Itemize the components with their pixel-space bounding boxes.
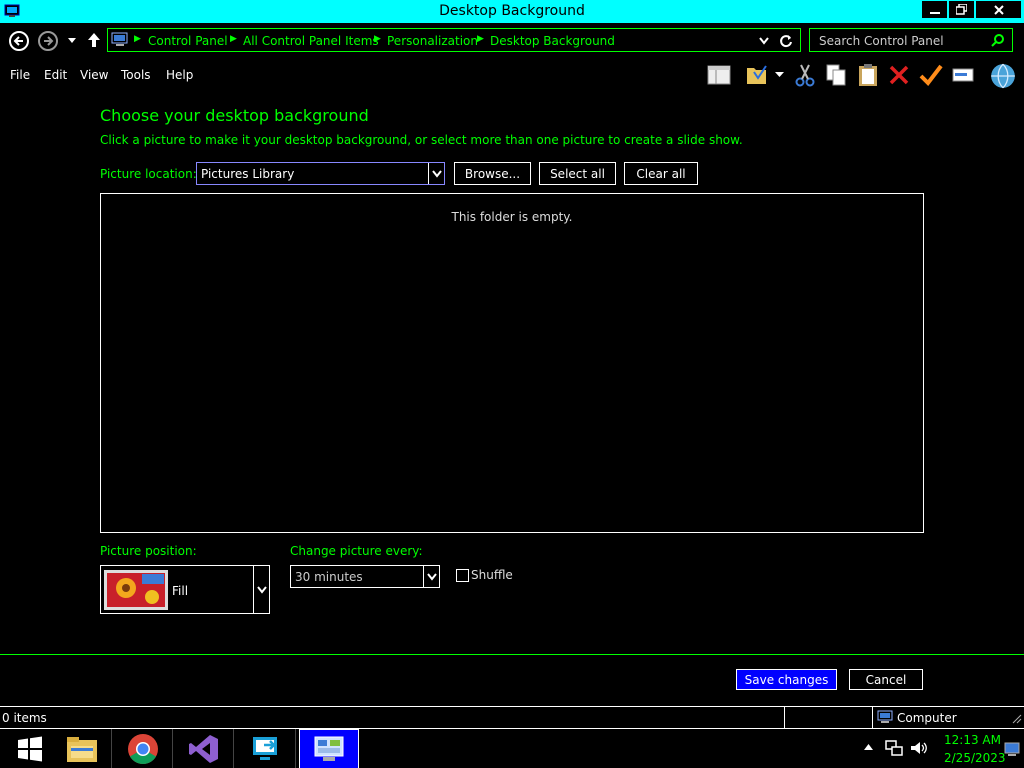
change-picture-label: Change picture every: xyxy=(290,544,423,558)
close-icon xyxy=(993,4,1004,15)
taskbar-file-explorer[interactable] xyxy=(52,729,112,768)
picture-list[interactable]: This folder is empty. xyxy=(100,193,924,533)
restore-button[interactable] xyxy=(948,0,975,19)
change-picture-select[interactable]: 30 minutes xyxy=(290,565,440,588)
control-panel-icon xyxy=(314,736,344,761)
up-arrow-icon[interactable] xyxy=(87,32,101,48)
picture-position-dropdown[interactable] xyxy=(253,566,269,613)
clock-date[interactable]: 2/25/2023 xyxy=(944,751,1006,765)
menu-file[interactable]: File xyxy=(10,68,30,82)
windows-start-icon xyxy=(18,736,42,762)
taskbar: 12:13 AM 2/25/2023 xyxy=(0,728,1024,768)
chevron-down-icon xyxy=(256,585,267,594)
computer-icon xyxy=(877,710,893,723)
breadcrumb-all-items[interactable]: All Control Panel Items xyxy=(243,34,379,48)
breadcrumb-separator-icon: ▶ xyxy=(134,34,141,44)
page-title: Choose your desktop background xyxy=(100,106,369,125)
menu-edit[interactable]: Edit xyxy=(44,68,67,82)
remote-app-icon xyxy=(252,737,277,760)
properties-icon[interactable] xyxy=(918,62,944,88)
picture-location-label: Picture location: xyxy=(100,167,197,181)
globe-icon[interactable] xyxy=(989,62,1017,90)
visual-studio-icon xyxy=(188,735,218,763)
chrome-icon xyxy=(127,734,158,765)
menu-help[interactable]: Help xyxy=(166,68,193,82)
refresh-icon[interactable] xyxy=(779,34,793,48)
status-location: Computer xyxy=(897,711,957,725)
copy-icon[interactable] xyxy=(823,62,849,88)
search-icon[interactable] xyxy=(991,34,1004,47)
cancel-button[interactable]: Cancel xyxy=(849,669,923,690)
taskbar-control-panel[interactable] xyxy=(299,729,359,768)
window-title: Desktop Background xyxy=(439,3,585,19)
search-placeholder: Search Control Panel xyxy=(819,34,944,48)
show-hidden-icons-icon[interactable] xyxy=(864,744,873,750)
empty-folder-message: This folder is empty. xyxy=(451,210,573,224)
picture-location-dropdown[interactable] xyxy=(428,163,444,184)
menu-view[interactable]: View xyxy=(80,68,108,82)
status-divider xyxy=(784,707,785,729)
taskbar-visual-studio[interactable] xyxy=(174,729,234,768)
search-input[interactable]: Search Control Panel xyxy=(809,28,1013,52)
change-picture-value: 30 minutes xyxy=(295,570,363,584)
cut-icon[interactable] xyxy=(792,62,818,88)
status-divider xyxy=(872,707,873,729)
picture-location-select[interactable]: Pictures Library xyxy=(196,162,445,185)
network-icon[interactable] xyxy=(885,739,903,757)
status-bar: 0 items Computer xyxy=(0,706,1024,729)
start-button[interactable] xyxy=(0,729,60,768)
menu-tools[interactable]: Tools xyxy=(121,68,151,82)
divider xyxy=(0,654,1024,655)
shuffle-checkbox[interactable] xyxy=(456,569,469,582)
forward-arrow-icon xyxy=(44,36,54,46)
file-explorer-icon xyxy=(66,737,97,762)
minimize-button[interactable] xyxy=(921,0,948,19)
volume-icon[interactable] xyxy=(909,739,927,757)
folder-options-dropdown-icon[interactable] xyxy=(775,72,784,78)
breadcrumb-personalization[interactable]: Personalization xyxy=(387,34,478,48)
items-count: 0 items xyxy=(2,711,47,725)
address-bar[interactable]: ▶ Control Panel ▶ All Control Panel Item… xyxy=(107,28,801,52)
title-bar: Desktop Background xyxy=(0,0,1024,23)
rename-icon[interactable] xyxy=(950,62,976,88)
chevron-down-icon xyxy=(426,572,437,581)
picture-position-value: Fill xyxy=(172,584,189,598)
page-description: Click a picture to make it your desktop … xyxy=(100,133,743,147)
minimize-icon xyxy=(929,11,940,14)
clock-time[interactable]: 12:13 AM xyxy=(944,733,1001,747)
layout-icon[interactable] xyxy=(706,62,732,88)
folder-options-icon[interactable] xyxy=(744,62,770,88)
forward-button[interactable] xyxy=(38,31,58,51)
breadcrumb-separator-icon: ▶ xyxy=(230,34,237,44)
shuffle-label: Shuffle xyxy=(471,568,513,582)
back-arrow-icon xyxy=(13,36,23,46)
clear-all-button[interactable]: Clear all xyxy=(624,162,698,185)
address-dropdown-icon[interactable] xyxy=(759,37,769,45)
computer-icon xyxy=(111,32,128,46)
browse-button[interactable]: Browse... xyxy=(454,162,531,185)
select-all-button[interactable]: Select all xyxy=(539,162,616,185)
chevron-down-icon xyxy=(431,169,442,178)
picture-preview-icon xyxy=(104,570,168,610)
breadcrumb-control-panel[interactable]: Control Panel xyxy=(148,34,228,48)
paste-icon[interactable] xyxy=(855,62,881,88)
picture-position-select[interactable]: Fill xyxy=(100,565,270,614)
breadcrumb-separator-icon: ▶ xyxy=(477,34,484,44)
breadcrumb-desktop-background[interactable]: Desktop Background xyxy=(490,34,615,48)
change-picture-dropdown[interactable] xyxy=(423,566,439,587)
taskbar-chrome[interactable] xyxy=(113,729,173,768)
picture-location-value: Pictures Library xyxy=(201,167,295,181)
close-button[interactable] xyxy=(975,0,1022,19)
show-desktop-icon[interactable] xyxy=(1004,742,1020,756)
recent-pages-chevron-icon[interactable] xyxy=(67,37,77,45)
taskbar-remote-app[interactable] xyxy=(236,729,296,768)
picture-position-label: Picture position: xyxy=(100,544,197,558)
delete-icon[interactable] xyxy=(886,62,912,88)
back-button[interactable] xyxy=(9,31,29,51)
save-changes-button[interactable]: Save changes xyxy=(736,669,837,690)
restore-icon xyxy=(956,4,967,15)
breadcrumb-separator-icon: ▶ xyxy=(374,34,381,44)
resize-grip-icon[interactable] xyxy=(1012,714,1022,724)
